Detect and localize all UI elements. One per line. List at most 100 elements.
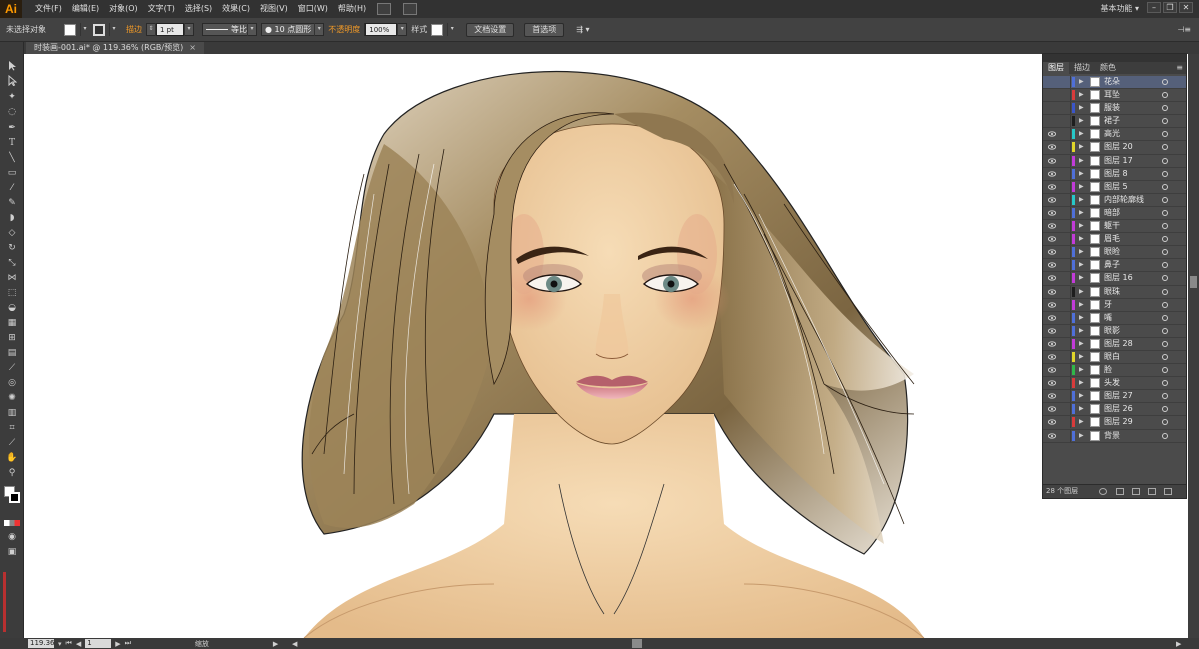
layer-name[interactable]: 眉毛 bbox=[1104, 233, 1120, 245]
pen-tool-icon[interactable]: ✒ bbox=[5, 122, 19, 134]
layer-name[interactable]: 裙子 bbox=[1104, 115, 1120, 127]
layer-name[interactable]: 图层 8 bbox=[1104, 168, 1128, 180]
lock-toggle[interactable] bbox=[1061, 298, 1071, 311]
visibility-eye-icon[interactable] bbox=[1048, 117, 1056, 125]
lock-toggle[interactable] bbox=[1061, 364, 1071, 377]
arrange-documents-icon[interactable] bbox=[403, 3, 418, 15]
layer-row[interactable]: ▶ 脸 bbox=[1043, 364, 1186, 378]
lock-toggle[interactable] bbox=[1061, 89, 1071, 102]
stroke-weight-field[interactable]: ⇕ 1 pt ▾ bbox=[146, 23, 194, 36]
layer-name[interactable]: 花朵 bbox=[1104, 76, 1120, 88]
target-circle-icon[interactable] bbox=[1162, 157, 1168, 164]
expand-triangle-icon[interactable]: ▶ bbox=[1079, 128, 1084, 140]
new-sublayer-icon[interactable] bbox=[1132, 488, 1140, 495]
expand-triangle-icon[interactable]: ▶ bbox=[1079, 312, 1084, 324]
target-circle-icon[interactable] bbox=[1162, 314, 1168, 321]
layer-row[interactable]: ▶ 图层 26 bbox=[1043, 403, 1186, 417]
fill-swatch[interactable] bbox=[64, 23, 76, 36]
target-circle-icon[interactable] bbox=[1162, 353, 1168, 360]
expand-triangle-icon[interactable]: ▶ bbox=[1079, 286, 1084, 298]
menu-edit[interactable]: 编辑(E) bbox=[67, 0, 104, 18]
expand-triangle-icon[interactable]: ▶ bbox=[1079, 416, 1084, 428]
visibility-eye-icon[interactable] bbox=[1047, 196, 1057, 204]
scroll-right-icon[interactable]: ▶ bbox=[1176, 640, 1181, 648]
expand-triangle-icon[interactable]: ▶ bbox=[1079, 220, 1084, 232]
visibility-eye-icon[interactable] bbox=[1048, 104, 1056, 112]
arrange-icon[interactable]: ⇶ ▾ bbox=[576, 25, 589, 34]
tab-color[interactable]: 颜色 bbox=[1095, 62, 1121, 74]
layer-name[interactable]: 鼻子 bbox=[1104, 259, 1120, 271]
stroke-profile-dropdown[interactable]: 等比 ▾ bbox=[202, 23, 257, 36]
lock-toggle[interactable] bbox=[1061, 206, 1071, 219]
visibility-eye-icon[interactable] bbox=[1047, 392, 1057, 400]
layer-name[interactable]: 暗部 bbox=[1104, 207, 1120, 219]
hand-tool-icon[interactable]: ✋ bbox=[5, 452, 19, 464]
layer-name[interactable]: 眼影 bbox=[1104, 325, 1120, 337]
expand-triangle-icon[interactable]: ▶ bbox=[1079, 141, 1084, 153]
gradient-tool-icon[interactable]: ▤ bbox=[5, 347, 19, 359]
expand-triangle-icon[interactable]: ▶ bbox=[1079, 168, 1084, 180]
layer-name[interactable]: 眼珠 bbox=[1104, 286, 1120, 298]
direct-selection-tool-icon[interactable] bbox=[5, 75, 19, 87]
expand-triangle-icon[interactable]: ▶ bbox=[1079, 299, 1084, 311]
target-circle-icon[interactable] bbox=[1162, 170, 1168, 177]
stroke-swatch[interactable] bbox=[93, 23, 105, 36]
layer-row[interactable]: ▶ 图层 20 bbox=[1043, 141, 1186, 155]
layer-row[interactable]: ▶ 内部轮廓线 bbox=[1043, 193, 1186, 207]
target-circle-icon[interactable] bbox=[1162, 340, 1168, 347]
menu-file[interactable]: 文件(F) bbox=[30, 0, 67, 18]
vertical-scroll-thumb[interactable] bbox=[1190, 276, 1197, 288]
expand-triangle-icon[interactable]: ▶ bbox=[1079, 390, 1084, 402]
expand-triangle-icon[interactable]: ▶ bbox=[1079, 259, 1084, 271]
scroll-left-icon[interactable]: ◀ bbox=[292, 640, 297, 648]
target-circle-icon[interactable] bbox=[1162, 196, 1168, 203]
target-circle-icon[interactable] bbox=[1162, 380, 1168, 387]
expand-triangle-icon[interactable]: ▶ bbox=[1079, 338, 1084, 350]
visibility-eye-icon[interactable] bbox=[1047, 301, 1057, 309]
layer-name[interactable]: 躯干 bbox=[1104, 220, 1120, 232]
layer-name[interactable]: 图层 5 bbox=[1104, 181, 1128, 193]
expand-triangle-icon[interactable]: ▶ bbox=[1079, 207, 1084, 219]
target-circle-icon[interactable] bbox=[1162, 79, 1168, 85]
layer-row[interactable]: ▶ 图层 17 bbox=[1043, 154, 1186, 168]
layer-row[interactable]: ▶ 图层 16 bbox=[1043, 272, 1186, 286]
layer-row[interactable]: ▶ 花朵 bbox=[1043, 76, 1186, 90]
menu-window[interactable]: 窗口(W) bbox=[293, 0, 333, 18]
prev-artboard-icon[interactable]: ◀ bbox=[76, 640, 81, 648]
panel-drag-bar[interactable] bbox=[1043, 54, 1186, 62]
target-circle-icon[interactable] bbox=[1162, 105, 1168, 112]
type-tool-icon[interactable]: T bbox=[5, 137, 19, 149]
visibility-eye-icon[interactable] bbox=[1048, 78, 1056, 86]
lasso-tool-icon[interactable]: ◌ bbox=[5, 106, 19, 118]
visibility-eye-icon[interactable] bbox=[1047, 405, 1057, 413]
shape-builder-tool-icon[interactable]: ◒ bbox=[5, 302, 19, 314]
target-circle-icon[interactable] bbox=[1162, 406, 1168, 413]
target-circle-icon[interactable] bbox=[1162, 131, 1168, 138]
next-artboard-icon[interactable]: ▶ bbox=[115, 640, 120, 648]
rotate-tool-icon[interactable]: ↻ bbox=[5, 242, 19, 254]
style-dropdown-icon[interactable]: ▾ bbox=[447, 23, 456, 36]
lock-toggle[interactable] bbox=[1061, 246, 1071, 259]
layer-row[interactable]: ▶ 图层 28 bbox=[1043, 337, 1186, 351]
target-circle-icon[interactable] bbox=[1162, 249, 1168, 256]
status-mode[interactable]: 缩放 bbox=[195, 639, 209, 649]
expand-triangle-icon[interactable]: ▶ bbox=[1079, 430, 1084, 442]
layer-name[interactable]: 耳坠 bbox=[1104, 89, 1120, 101]
blend-tool-icon[interactable]: ◎ bbox=[5, 377, 19, 389]
target-circle-icon[interactable] bbox=[1162, 419, 1168, 426]
expand-triangle-icon[interactable]: ▶ bbox=[1079, 194, 1084, 206]
locate-object-icon[interactable] bbox=[1099, 488, 1107, 495]
lock-toggle[interactable] bbox=[1061, 154, 1071, 167]
target-circle-icon[interactable] bbox=[1162, 367, 1168, 374]
layer-row[interactable]: ▶ 图层 27 bbox=[1043, 390, 1186, 404]
layer-name[interactable]: 图层 16 bbox=[1104, 272, 1133, 284]
target-circle-icon[interactable] bbox=[1162, 288, 1168, 295]
layer-row[interactable]: ▶ 眼睑 bbox=[1043, 246, 1186, 260]
vertical-scrollbar[interactable] bbox=[1188, 54, 1199, 638]
expand-triangle-icon[interactable]: ▶ bbox=[1079, 325, 1084, 337]
target-circle-icon[interactable] bbox=[1162, 236, 1168, 243]
lock-toggle[interactable] bbox=[1061, 324, 1071, 337]
layer-row[interactable]: ▶ 耳坠 bbox=[1043, 89, 1186, 103]
layer-name[interactable]: 图层 20 bbox=[1104, 141, 1133, 153]
lock-toggle[interactable] bbox=[1061, 141, 1071, 154]
